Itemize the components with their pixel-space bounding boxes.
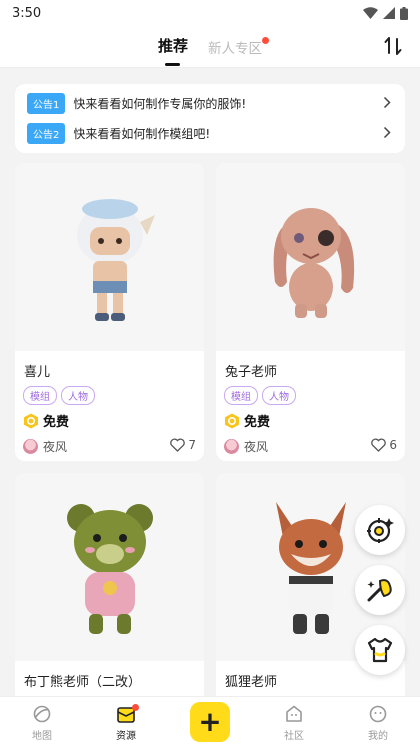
- tab-recommend[interactable]: 推荐: [158, 35, 188, 56]
- notice-row-2[interactable]: 公告2 快来看看如何制作模组吧!: [15, 120, 405, 146]
- nav-label: 社区: [284, 731, 304, 742]
- card-title: 狐狸老师: [225, 675, 278, 690]
- target-sparkle-icon: [367, 518, 394, 543]
- notice-row-1[interactable]: 公告1 快来看看如何制作专属你的服饰!: [15, 90, 405, 116]
- character-model-image: [273, 208, 354, 318]
- nav-item-mine[interactable]: 我的: [348, 697, 408, 748]
- fab-target-button[interactable]: [355, 505, 405, 555]
- map-icon: [33, 705, 51, 723]
- tag: 人物: [61, 386, 95, 405]
- heart-icon: [170, 438, 186, 452]
- like-button[interactable]: 7: [170, 438, 196, 452]
- nav-label: 资源: [116, 731, 136, 742]
- notice-card: 公告1 快来看看如何制作专属你的服饰! 公告2 快来看看如何制作模组吧!: [15, 84, 405, 153]
- avatar: [23, 439, 38, 454]
- fab-clothing-button[interactable]: [355, 625, 405, 675]
- author-name: 夜风: [244, 440, 269, 454]
- card-tags: 模组 人物: [23, 386, 95, 405]
- notice-badge: 公告1: [27, 92, 66, 114]
- resource-card[interactable]: 兔子老师 模组 人物 免费 夜风 6: [216, 163, 405, 461]
- nav-label: 地图: [32, 731, 52, 742]
- tag: 模组: [224, 386, 258, 405]
- card-author[interactable]: 夜风: [23, 438, 67, 455]
- like-button[interactable]: 6: [371, 438, 397, 452]
- notice-text: 快来看看如何制作专属你的服饰!: [73, 96, 247, 111]
- top-tab-bar: 推荐 新人专区: [0, 26, 420, 68]
- like-count: 6: [389, 438, 397, 452]
- bottom-nav: 地图 资源 + 社区 我的: [0, 696, 420, 748]
- card-tags: 模组 人物: [224, 386, 296, 405]
- notice-badge: 公告2: [27, 122, 66, 144]
- nav-item-resources[interactable]: 资源: [96, 697, 156, 748]
- tab-new-user-zone[interactable]: 新人专区: [208, 37, 262, 57]
- card-price: 免费: [224, 411, 270, 430]
- card-author[interactable]: 夜风: [224, 438, 268, 455]
- tag: 人物: [262, 386, 296, 405]
- community-house-icon: [286, 705, 302, 722]
- coin-icon: [225, 413, 239, 428]
- price-label: 免费: [244, 415, 271, 430]
- add-button[interactable]: +: [190, 702, 230, 742]
- battery-icon: [400, 6, 408, 20]
- resource-card[interactable]: 布丁熊老师（二改）: [15, 473, 204, 703]
- avatar: [224, 439, 239, 454]
- character-model-image: [76, 199, 155, 321]
- chevron-right-icon: [383, 126, 391, 139]
- signal-icon: [383, 7, 395, 19]
- profile-face-icon: [369, 705, 387, 723]
- nav-label: 我的: [368, 731, 388, 742]
- tab-active-indicator: [165, 63, 180, 66]
- price-label: 免费: [43, 415, 70, 430]
- resource-card[interactable]: 喜儿 模组 人物 免费 夜风 7: [15, 163, 204, 461]
- card-thumbnail: [15, 473, 204, 661]
- heart-icon: [371, 438, 387, 452]
- card-title: 喜儿: [24, 365, 51, 380]
- wifi-icon: [363, 7, 378, 19]
- status-time: 3:50: [12, 5, 42, 21]
- tag: 模组: [23, 386, 57, 405]
- coin-icon: [24, 413, 38, 428]
- status-bar: 3:50: [0, 0, 420, 26]
- magic-wand-icon: [367, 579, 392, 602]
- card-thumbnail: [15, 163, 204, 351]
- nav-item-map[interactable]: 地图: [12, 697, 72, 748]
- card-price: 免费: [23, 411, 69, 430]
- fab-magic-button[interactable]: [355, 565, 405, 615]
- notice-text: 快来看看如何制作模组吧!: [73, 126, 211, 141]
- chevron-right-icon: [383, 96, 391, 109]
- like-count: 7: [188, 438, 196, 452]
- card-title: 布丁熊老师（二改）: [24, 675, 142, 690]
- character-model-image: [66, 504, 153, 634]
- notification-dot: [132, 704, 139, 711]
- tshirt-icon: [367, 637, 393, 663]
- sort-icon[interactable]: [384, 36, 402, 56]
- card-thumbnail: [216, 163, 405, 351]
- new-badge-dot: [262, 37, 269, 44]
- card-title: 兔子老师: [225, 365, 278, 380]
- status-icons: [363, 6, 408, 20]
- nav-item-community[interactable]: 社区: [264, 697, 324, 748]
- author-name: 夜风: [43, 440, 68, 454]
- character-model-image: [275, 502, 346, 634]
